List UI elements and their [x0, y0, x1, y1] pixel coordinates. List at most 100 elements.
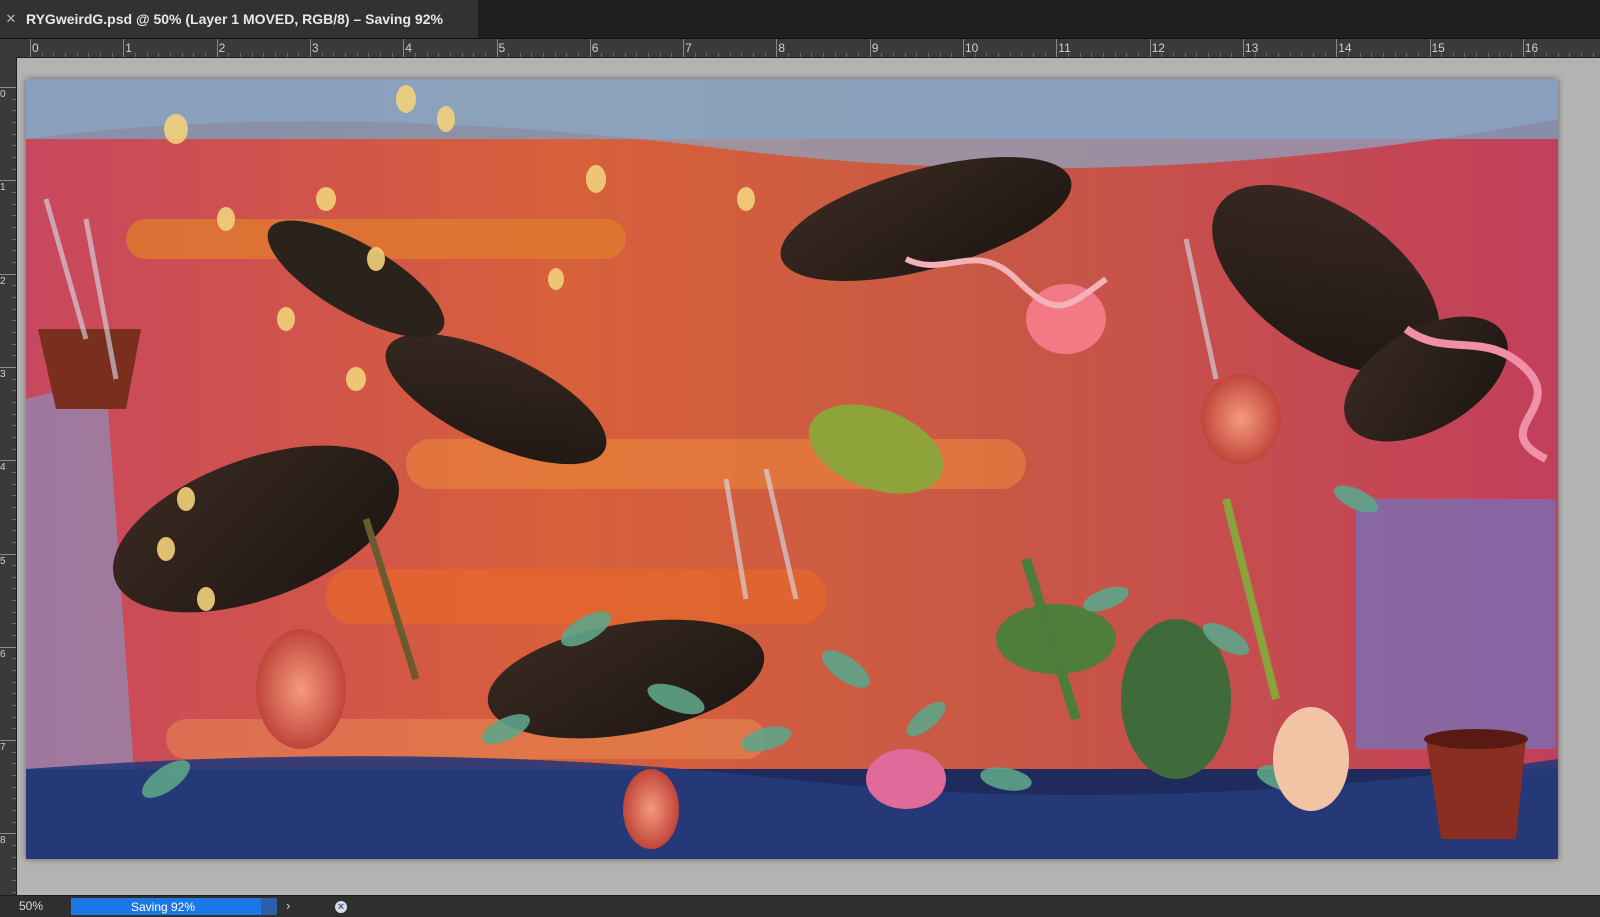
close-icon[interactable]: ✕ — [2, 11, 20, 27]
ruler-label: 14 — [1338, 41, 1352, 55]
ruler-minor-tick — [12, 798, 16, 800]
ruler-minor-tick — [1499, 53, 1501, 57]
ruler-minor-tick — [1417, 53, 1419, 57]
ruler-minor-tick — [76, 53, 78, 57]
ruler-minor-tick — [53, 53, 55, 57]
ruler-minor-tick — [12, 541, 16, 543]
document-canvas[interactable] — [26, 79, 1558, 859]
ruler-major-tick — [0, 273, 16, 275]
ruler-minor-tick — [12, 891, 16, 893]
ruler-minor-tick — [12, 775, 16, 777]
ruler-minor-tick — [986, 53, 988, 57]
ruler-minor-tick — [834, 53, 836, 57]
ruler-minor-tick — [12, 378, 16, 380]
horizontal-ruler[interactable]: 0 1 2 3 4 5 6 7 8 9 10 11 12 13 14 15 16 — [16, 39, 1600, 58]
ruler-major-tick — [403, 39, 405, 57]
artwork-image — [26, 79, 1558, 859]
cancel-icon[interactable]: × — [335, 901, 347, 913]
ruler-major-tick — [0, 366, 16, 368]
ruler-minor-tick — [12, 506, 16, 508]
ruler-minor-tick — [531, 53, 533, 57]
ruler-minor-tick — [228, 53, 230, 57]
ruler-label: 1 — [125, 41, 132, 55]
ruler-minor-tick — [438, 53, 440, 57]
ruler-minor-tick — [12, 588, 16, 590]
ruler-minor-tick — [846, 53, 848, 57]
ruler-major-tick — [216, 39, 218, 57]
ruler-minor-tick — [12, 121, 16, 123]
vertical-ruler[interactable]: 0 1 2 3 4 5 6 7 8 — [0, 57, 17, 895]
ruler-minor-tick — [1394, 53, 1396, 57]
ruler-label: 1 — [0, 182, 6, 194]
ruler-minor-tick — [1009, 53, 1011, 57]
ruler-minor-tick — [636, 53, 638, 57]
ruler-minor-tick — [12, 856, 16, 858]
ruler-minor-tick — [508, 53, 510, 57]
ruler-minor-tick — [1021, 53, 1023, 57]
ruler-minor-tick — [1312, 53, 1314, 57]
ruler-minor-tick — [624, 53, 626, 57]
document-tab[interactable]: ✕ RYGweirdG.psd @ 50% (Layer 1 MOVED, RG… — [0, 0, 479, 38]
ruler-major-tick — [683, 39, 685, 57]
ruler-label: 16 — [1524, 41, 1539, 55]
ruler-label: 8 — [0, 835, 6, 847]
ruler-minor-tick — [12, 786, 16, 788]
ruler-label: 2 — [0, 275, 6, 287]
ruler-minor-tick — [12, 203, 16, 205]
ruler-minor-tick — [1277, 53, 1279, 57]
ruler-minor-tick — [12, 355, 16, 357]
ruler-minor-tick — [648, 53, 650, 57]
ruler-minor-tick — [12, 868, 16, 870]
ruler-minor-tick — [379, 53, 381, 57]
ruler-minor-tick — [391, 53, 393, 57]
ruler-minor-tick — [12, 611, 16, 613]
ruler-minor-tick — [12, 810, 16, 812]
ruler-minor-tick — [753, 53, 755, 57]
ruler-minor-tick — [12, 565, 16, 567]
ruler-minor-tick — [321, 53, 323, 57]
ruler-minor-tick — [12, 518, 16, 520]
ruler-minor-tick — [449, 53, 451, 57]
ruler-minor-tick — [823, 53, 825, 57]
ruler-minor-tick — [1557, 53, 1559, 57]
ruler-minor-tick — [1126, 53, 1128, 57]
ruler-minor-tick — [706, 53, 708, 57]
ruler-label: 7 — [0, 742, 6, 754]
ruler-label: 5 — [0, 555, 6, 567]
ruler-minor-tick — [12, 495, 16, 497]
ruler-minor-tick — [659, 53, 661, 57]
ruler-minor-tick — [64, 53, 66, 57]
document-tab-bar: ✕ RYGweirdG.psd @ 50% (Layer 1 MOVED, RG… — [0, 0, 1600, 39]
ruler-major-tick — [309, 39, 311, 57]
ruler-minor-tick — [1301, 53, 1303, 57]
ruler-minor-tick — [12, 576, 16, 578]
ruler-label: 12 — [1151, 41, 1165, 55]
ruler-minor-tick — [12, 471, 16, 473]
ruler-minor-tick — [12, 261, 16, 263]
ruler-minor-tick — [1114, 53, 1116, 57]
ruler-minor-tick — [12, 635, 16, 637]
ruler-major-tick — [963, 39, 964, 57]
ruler-minor-tick — [12, 226, 16, 228]
ruler-minor-tick — [1067, 53, 1069, 57]
ruler-major-tick — [0, 646, 16, 648]
ruler-minor-tick — [12, 623, 16, 625]
ruler-minor-tick — [12, 845, 16, 847]
ruler-minor-tick — [473, 53, 475, 57]
ruler-origin[interactable] — [0, 39, 16, 57]
document-title: RYGweirdG.psd @ 50% (Layer 1 MOVED, RGB/… — [26, 11, 443, 27]
ruler-minor-tick — [263, 53, 265, 57]
zoom-level[interactable]: 50% — [19, 899, 43, 913]
ruler-minor-tick — [904, 53, 906, 57]
chevron-right-icon[interactable]: › — [286, 898, 290, 913]
ruler-minor-tick — [613, 53, 615, 57]
ruler-minor-tick — [1347, 53, 1349, 57]
ruler-minor-tick — [286, 53, 288, 57]
ruler-minor-tick — [1032, 53, 1034, 57]
ruler-minor-tick — [12, 98, 16, 100]
ruler-minor-tick — [1172, 53, 1174, 57]
ruler-minor-tick — [426, 53, 428, 57]
save-progress-label: Saving 92% — [130, 900, 196, 914]
ruler-major-tick — [1429, 39, 1431, 57]
ruler-minor-tick — [543, 53, 545, 57]
